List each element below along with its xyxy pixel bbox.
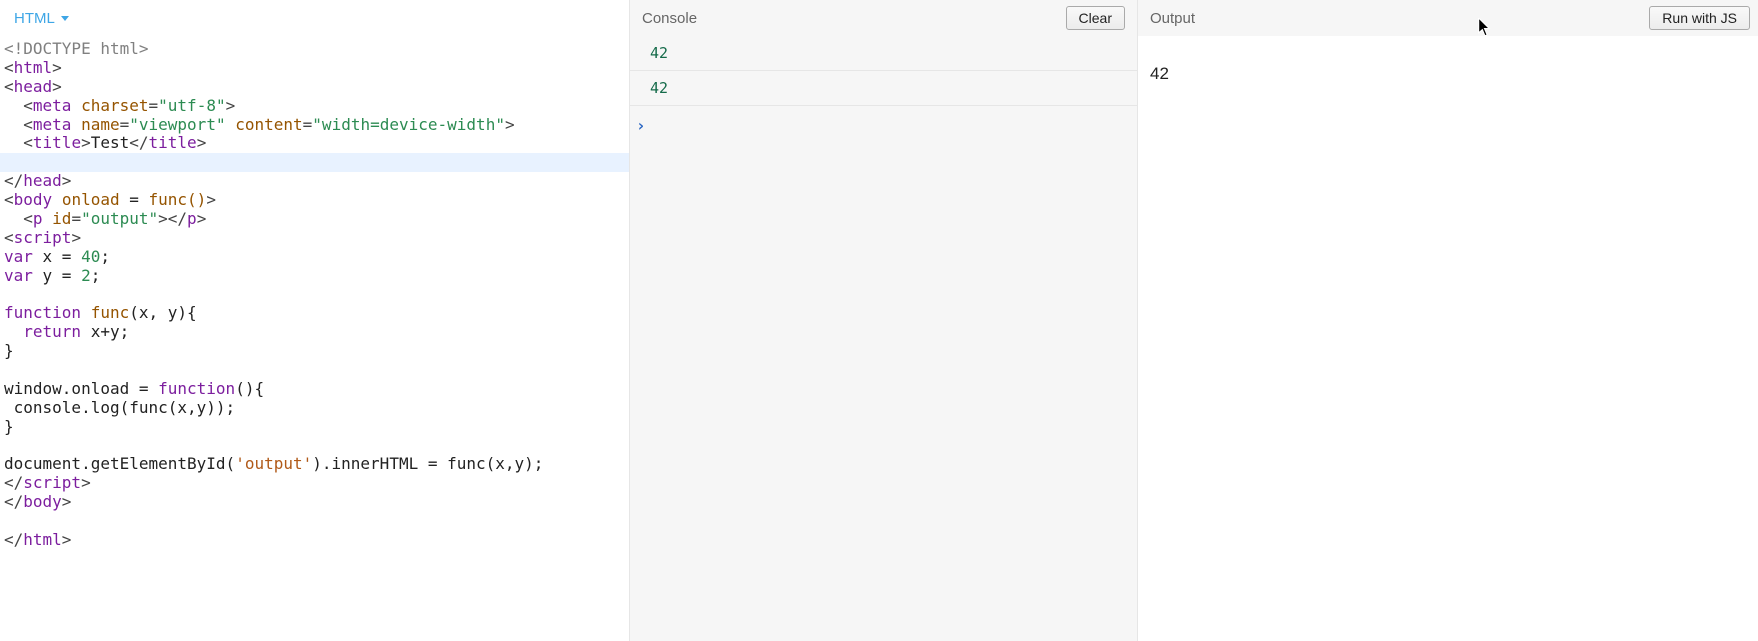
run-with-js-button[interactable]: Run with JS	[1649, 6, 1750, 30]
code-line: <meta name="viewport" content="width=dev…	[4, 116, 625, 135]
code-line	[0, 153, 629, 172]
console-panel: Console Clear 4242›	[630, 0, 1138, 641]
code-line	[4, 436, 625, 455]
code-line	[4, 285, 625, 304]
console-header: Console Clear	[630, 0, 1137, 36]
code-line: window.onload = function(){	[4, 380, 625, 399]
output-body: 42	[1138, 36, 1758, 96]
output-body-wrap: 42	[1138, 36, 1758, 641]
code-line: <body onload = func()>	[4, 191, 625, 210]
clear-button[interactable]: Clear	[1066, 6, 1125, 30]
app-root: HTML <!DOCTYPE html><html><head> <meta c…	[0, 0, 1758, 641]
code-line: }	[4, 342, 625, 361]
console-title: Console	[642, 10, 697, 27]
code-line: return x+y;	[4, 323, 625, 342]
output-header: Output Run with JS	[1138, 0, 1758, 36]
code-line	[4, 512, 625, 531]
console-prompt[interactable]: ›	[630, 106, 1137, 145]
console-log-line: 42	[630, 71, 1137, 106]
console-body[interactable]: 4242›	[630, 36, 1137, 641]
code-line: <head>	[4, 78, 625, 97]
code-line: </script>	[4, 474, 625, 493]
code-editor[interactable]: <!DOCTYPE html><html><head> <meta charse…	[0, 36, 629, 558]
editor-tab[interactable]: HTML	[14, 10, 69, 27]
editor-header: HTML	[0, 0, 629, 36]
code-line: <html>	[4, 59, 625, 78]
code-line: <meta charset="utf-8">	[4, 97, 625, 116]
code-line: var x = 40;	[4, 248, 625, 267]
code-line: console.log(func(x,y));	[4, 399, 625, 418]
code-line: document.getElementById('output').innerH…	[4, 455, 625, 474]
code-line: </html>	[4, 531, 625, 550]
output-title: Output	[1150, 10, 1195, 27]
code-line: }	[4, 418, 625, 437]
code-line: </head>	[4, 172, 625, 191]
code-line: </body>	[4, 493, 625, 512]
code-line: var y = 2;	[4, 267, 625, 286]
code-line: <script>	[4, 229, 625, 248]
output-panel: Output Run with JS 42	[1138, 0, 1758, 641]
chevron-down-icon	[61, 16, 69, 21]
code-line: <!DOCTYPE html>	[4, 40, 625, 59]
code-line: <title>Test</title>	[4, 134, 625, 153]
code-line: <p id="output"></p>	[4, 210, 625, 229]
console-log-line: 42	[630, 36, 1137, 71]
editor-panel: HTML <!DOCTYPE html><html><head> <meta c…	[0, 0, 630, 641]
editor-tab-label: HTML	[14, 10, 55, 27]
code-line: function func(x, y){	[4, 304, 625, 323]
code-line	[4, 361, 625, 380]
